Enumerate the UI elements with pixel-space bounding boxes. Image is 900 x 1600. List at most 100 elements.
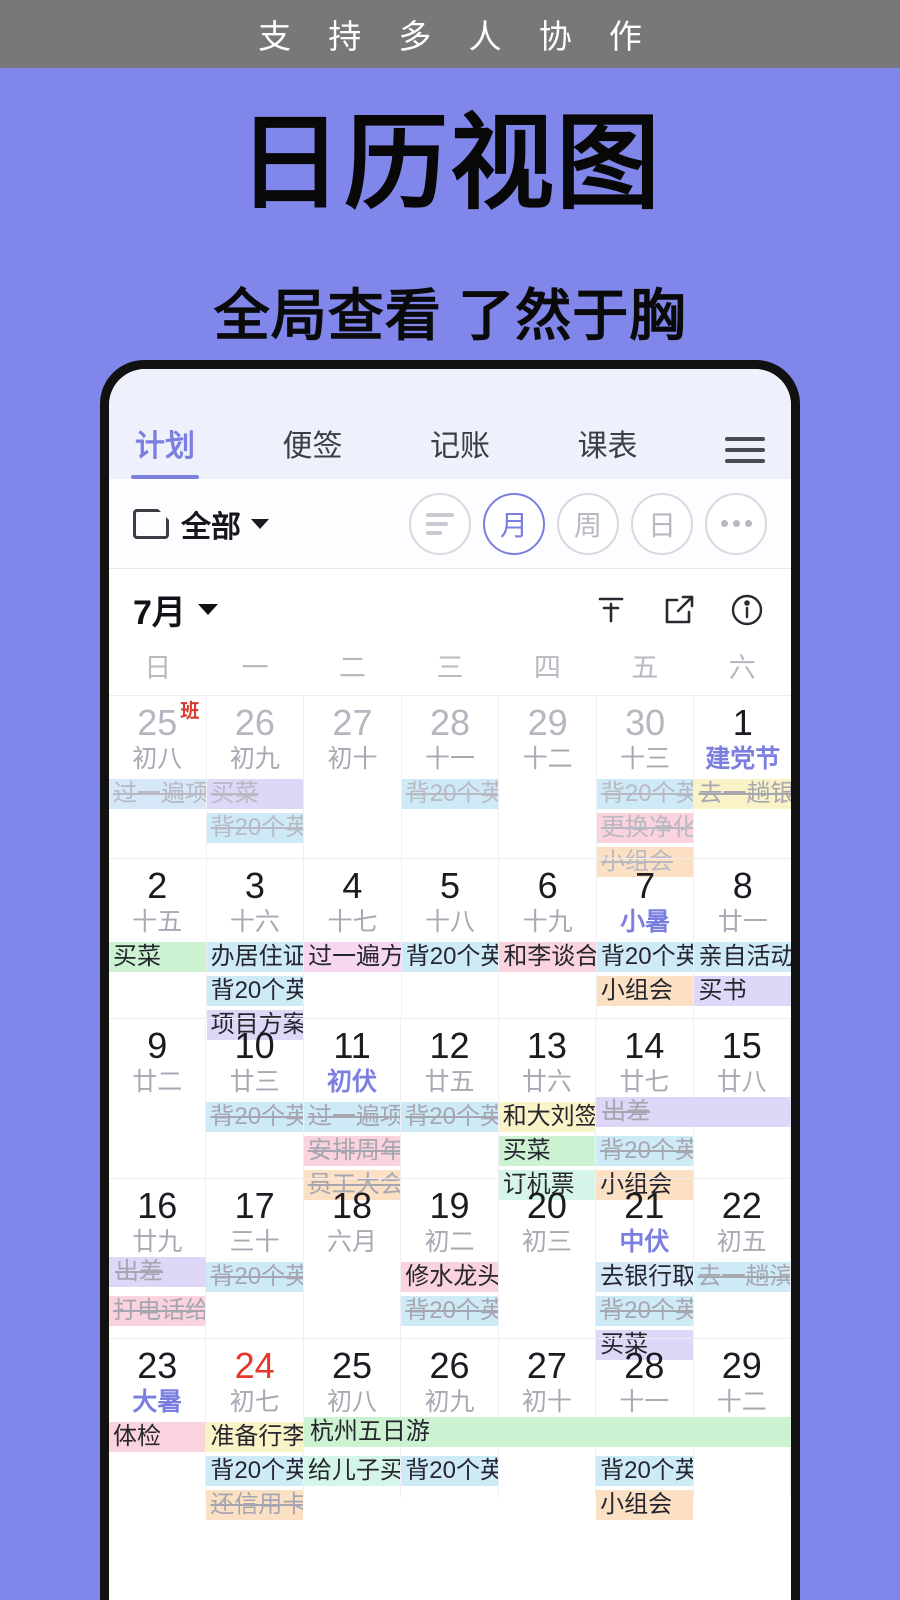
calendar-day-cell[interactable]: 30 十三 背20个英 更换净化 小组会 — [596, 696, 695, 878]
calendar-event[interactable]: 背20个英 — [596, 1456, 693, 1487]
lunar-label: 十五 — [132, 907, 183, 936]
calendar-event[interactable]: 和大刘签 — [498, 1102, 596, 1133]
calendar-day-cell[interactable]: 20 初三 — [499, 1179, 597, 1338]
lunar-label: 十六 — [229, 907, 280, 936]
lunar-label: 十二 — [716, 1387, 767, 1416]
calendar-event[interactable]: 背20个英 — [401, 779, 499, 810]
chevron-down-icon[interactable] — [251, 518, 269, 529]
calendar-event[interactable]: 买菜 — [206, 779, 304, 810]
calendar-event[interactable]: 买菜 — [109, 942, 206, 973]
day-event-list: 背20个英 小组会 — [596, 942, 694, 1007]
calendar-event[interactable]: 安排周年 — [303, 1136, 401, 1167]
calendar-event[interactable]: 去一趟银 — [694, 779, 791, 810]
calendar-event[interactable]: 买菜 — [498, 1136, 596, 1167]
calendar-day-cell[interactable]: 24 初七 准备行李: 背20个英 还信用卡 — [206, 1339, 304, 1521]
month-view-button[interactable]: 月 — [483, 492, 545, 555]
tab-notes[interactable]: 便签 — [283, 421, 343, 479]
workday-badge: 班 — [180, 701, 200, 722]
calendar-day-cell[interactable]: 25 班初八 过一遍项 — [109, 696, 207, 858]
multi-day-event-bar[interactable]: 出差 — [596, 1097, 791, 1127]
calendar-event[interactable]: 背20个英 — [206, 1262, 303, 1293]
day-event-list: 过一遍项 — [109, 779, 206, 810]
calendar-day-cell[interactable]: 13 廿六 和大刘签 买菜 订机票 — [498, 1019, 597, 1201]
calendar-day-cell[interactable]: 12 廿五 背20个英 — [401, 1019, 499, 1178]
calendar-event[interactable]: 过一遍项 — [109, 779, 206, 810]
calendar-event[interactable]: 更换净化 — [596, 813, 694, 844]
calendar-day-cell[interactable]: 9 廿二 — [109, 1019, 207, 1178]
calendar-event[interactable]: 买书 — [694, 976, 791, 1007]
month-chevron-down-icon[interactable] — [197, 604, 218, 615]
calendar-day-cell[interactable]: 1 建党节 去一趟银 — [694, 696, 791, 858]
calendar-day-cell[interactable]: 28 十一 背20个英 — [401, 696, 500, 858]
info-icon[interactable] — [727, 590, 767, 630]
calendar-day-cell[interactable]: 4 十七 过一遍方 — [304, 859, 402, 1018]
calendar-event[interactable]: 过一遍项 — [303, 1102, 401, 1133]
calendar-week-row: 9 廿二 10 廿三 背20个英 11 初伏 过一遍项 安排周年 员工大会 12 廿五 背20个英 13 廿… — [109, 1018, 791, 1201]
calendar-day-cell[interactable]: 8 廿一 亲自活动 买书 — [694, 859, 791, 1018]
calendar-day-cell[interactable]: 2 十五 买菜 — [109, 859, 207, 1018]
list-view-icon[interactable] — [409, 492, 471, 555]
calendar-event[interactable]: 小组会 — [596, 1490, 693, 1521]
calendar-event[interactable]: 和李谈合 — [499, 942, 596, 973]
calendar-day-cell[interactable]: 3 十六 办居住证 背20个英 项目方案 — [206, 859, 305, 1041]
day-view-button[interactable]: 日 — [631, 492, 693, 555]
calendar-event[interactable]: 背20个英 — [206, 1456, 303, 1487]
calendar-event[interactable]: 小组会 — [596, 976, 694, 1007]
hamburger-icon[interactable] — [725, 437, 765, 479]
calendar-day-cell[interactable]: 27 初十 — [304, 696, 402, 858]
calendar-event[interactable]: 背20个英 — [596, 1296, 693, 1327]
calendar-event[interactable]: 过一遍方 — [304, 942, 401, 973]
month-label[interactable]: 7月 — [133, 585, 186, 634]
calendar-day-cell[interactable]: 5 十八 背20个英 — [401, 859, 500, 1018]
calendar-event[interactable]: 办居住证 — [206, 942, 304, 973]
weekday-thu: 四 — [533, 653, 561, 683]
calendar-event[interactable]: 还信用卡 — [206, 1490, 303, 1521]
calendar-event[interactable]: 亲自活动 — [694, 942, 791, 973]
multi-day-event-bar[interactable]: 杭州五日游 — [303, 1417, 791, 1447]
calendar-day-cell[interactable]: 22 初五 去一趟滨 — [693, 1179, 791, 1338]
day-number: 11 — [333, 1025, 371, 1066]
calendar-event[interactable]: 给儿子买 — [303, 1456, 401, 1487]
calendar-day-cell[interactable]: 21 中伏 去银行取 背20个英 买菜 — [596, 1179, 694, 1361]
calendar-event[interactable]: 背20个英 — [206, 813, 304, 844]
collapse-icon[interactable] — [591, 590, 631, 630]
day-number: 9 — [147, 1025, 168, 1066]
multi-day-event-bar[interactable]: 出差 — [109, 1257, 207, 1287]
calendar-event[interactable]: 背20个英 — [401, 1296, 498, 1327]
calendar-week-row: 2 十五 买菜 3 十六 办居住证 背20个英 项目方案 4 十七 过一遍方 5 十八 背20个英 6 十九和… — [109, 858, 791, 1041]
calendar-day-cell[interactable]: 10 廿三 背20个英 — [206, 1019, 304, 1178]
calendar-day-cell[interactable]: 29 十二 — [499, 696, 597, 858]
calendar-day-cell[interactable]: 7 小暑 背20个英 小组会 — [596, 859, 695, 1018]
calendar-event[interactable]: 背20个英 — [206, 976, 304, 1007]
tab-plan[interactable]: 计划 — [131, 421, 199, 479]
day-event-list: 亲自活动 买书 — [694, 942, 791, 1007]
calendar-event[interactable]: 修水龙头 — [401, 1262, 498, 1293]
calendar-event[interactable]: 背20个英 — [596, 779, 694, 810]
calendar-day-cell[interactable]: 6 十九 和李谈合 — [499, 859, 597, 1018]
calendar-event[interactable]: 背20个英 — [596, 942, 694, 973]
filter-label[interactable]: 全部 — [181, 502, 241, 546]
calendar-event[interactable]: 去一趟滨 — [693, 1262, 790, 1293]
calendar-day-cell[interactable]: 17 三十 背20个英 — [206, 1179, 304, 1338]
calendar-day-cell[interactable]: 19 初二 修水龙头 背20个英 — [401, 1179, 499, 1338]
calendar-day-cell[interactable]: 26 初九 买菜 背20个英 — [206, 696, 305, 858]
calendar-day-cell[interactable]: 23 大暑 体检 — [109, 1339, 207, 1498]
calendar-event[interactable]: 打电话给 — [109, 1296, 206, 1327]
calendar-event[interactable]: 背20个英 — [401, 942, 499, 973]
tab-accounting[interactable]: 记账 — [430, 421, 490, 479]
calendar-event[interactable]: 背20个英 — [401, 1456, 498, 1487]
share-export-icon[interactable] — [659, 590, 699, 630]
calendar-event[interactable]: 去银行取 — [596, 1262, 693, 1293]
more-icon[interactable] — [705, 492, 767, 555]
calendar-event[interactable]: 体检 — [109, 1422, 206, 1453]
calendar-event[interactable]: 背20个英 — [206, 1102, 303, 1133]
calendar-event[interactable]: 背20个英 — [401, 1102, 498, 1133]
calendar-event[interactable]: 准备行李: — [206, 1422, 303, 1453]
calendar-event[interactable]: 背20个英 — [596, 1136, 693, 1167]
tab-timetable[interactable]: 课表 — [578, 421, 638, 479]
calendar-day-cell[interactable]: 11 初伏 过一遍项 安排周年 员工大会 — [303, 1019, 402, 1201]
calendar-day-cell[interactable]: 18 六月 — [304, 1179, 402, 1338]
month-action-group — [591, 590, 767, 630]
week-view-button[interactable]: 周 — [557, 492, 619, 555]
day-number: 5 — [440, 865, 461, 906]
